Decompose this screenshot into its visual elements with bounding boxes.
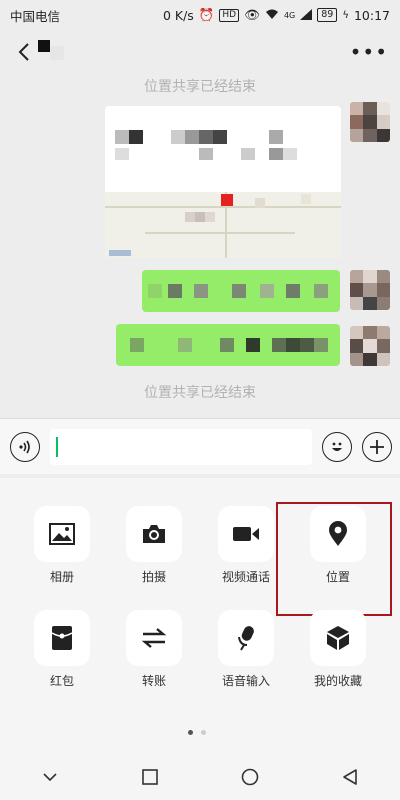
highlight-box [276, 502, 392, 616]
avatar[interactable] [350, 326, 390, 366]
square-icon [142, 769, 158, 785]
emoji-icon [332, 442, 342, 451]
location-title-redacted [115, 126, 331, 166]
emoji-button[interactable] [322, 432, 352, 462]
camera-label: 拍摄 [141, 570, 166, 584]
chat-area[interactable]: 位置共享已经结束 位置共享已经结束 [0, 74, 400, 414]
favorites-icon [327, 626, 349, 650]
page-indicator [188, 730, 206, 735]
message-bubble[interactable] [116, 324, 340, 366]
circle-icon [241, 768, 259, 786]
camera-icon [143, 525, 165, 543]
red-packet-icon [51, 626, 73, 650]
favorites-button[interactable] [310, 610, 366, 666]
transfer-label: 转账 [141, 674, 166, 688]
wifi-icon [265, 8, 279, 23]
transfer-icon [141, 628, 167, 648]
nav-collapse-button[interactable] [30, 757, 70, 797]
input-bar [0, 418, 400, 474]
system-message: 位置共享已经结束 [144, 385, 256, 401]
map-pin-icon [221, 194, 233, 206]
video-call-label: 视频通话 [221, 570, 270, 584]
eye-icon: 👁 [244, 7, 260, 22]
video-icon [233, 527, 259, 541]
avatar[interactable] [350, 102, 390, 142]
location-message-card[interactable] [105, 106, 341, 258]
chat-header: ••• [0, 30, 400, 74]
page-dot-active [188, 730, 193, 735]
network-type: 4G [283, 10, 296, 20]
carrier-label: 中国电信 [10, 8, 61, 24]
voice-input-label: 语音输入 [221, 674, 270, 688]
signal-icon [300, 8, 313, 23]
camera-button[interactable] [126, 506, 182, 562]
voice-icon [19, 440, 30, 454]
message-input[interactable] [50, 429, 312, 465]
voice-button[interactable] [10, 432, 40, 462]
status-icons: 0 K/s ⏰ HD 👁 4G 89 ϟ 10:17 [163, 7, 390, 23]
hd-badge: HD [219, 8, 240, 22]
back-button[interactable] [12, 40, 36, 64]
text-cursor [56, 437, 58, 457]
plus-button[interactable] [362, 432, 392, 462]
red-packet-label: 红包 [49, 674, 74, 688]
transfer-button[interactable] [126, 610, 182, 666]
image-icon [49, 523, 75, 545]
status-bar: 中国电信 0 K/s ⏰ HD 👁 4G 89 ϟ 10:17 [0, 0, 400, 30]
clock: 10:17 [353, 7, 390, 23]
map-thumbnail [105, 192, 341, 258]
page-dot [201, 730, 206, 735]
battery-level: 89 [317, 8, 338, 22]
favorites-label: 我的收藏 [313, 674, 362, 688]
system-message: 位置共享已经结束 [144, 79, 256, 95]
chevron-left-icon [18, 43, 29, 61]
video-call-button[interactable] [218, 506, 274, 562]
nav-home-button[interactable] [230, 757, 270, 797]
contact-name-blur [50, 46, 64, 60]
network-speed: 0 K/s [162, 7, 194, 23]
alarm-icon: ⏰ [198, 7, 215, 22]
nav-back-button[interactable] [330, 757, 370, 797]
avatar[interactable] [350, 270, 390, 310]
triangle-back-icon [343, 769, 357, 785]
red-packet-button[interactable] [34, 610, 90, 666]
charging-icon: ϟ [342, 9, 349, 21]
nav-recents-button[interactable] [130, 757, 170, 797]
voice-input-button[interactable] [218, 610, 274, 666]
album-label: 相册 [49, 570, 74, 584]
message-bubble[interactable] [142, 270, 340, 312]
more-options-button[interactable]: ••• [350, 42, 388, 62]
microphone-icon [238, 626, 254, 651]
album-button[interactable] [34, 506, 90, 562]
contact-name-redacted [38, 40, 50, 52]
chevron-down-icon [43, 773, 57, 782]
plus-icon [370, 440, 384, 454]
system-nav-bar [0, 754, 400, 800]
